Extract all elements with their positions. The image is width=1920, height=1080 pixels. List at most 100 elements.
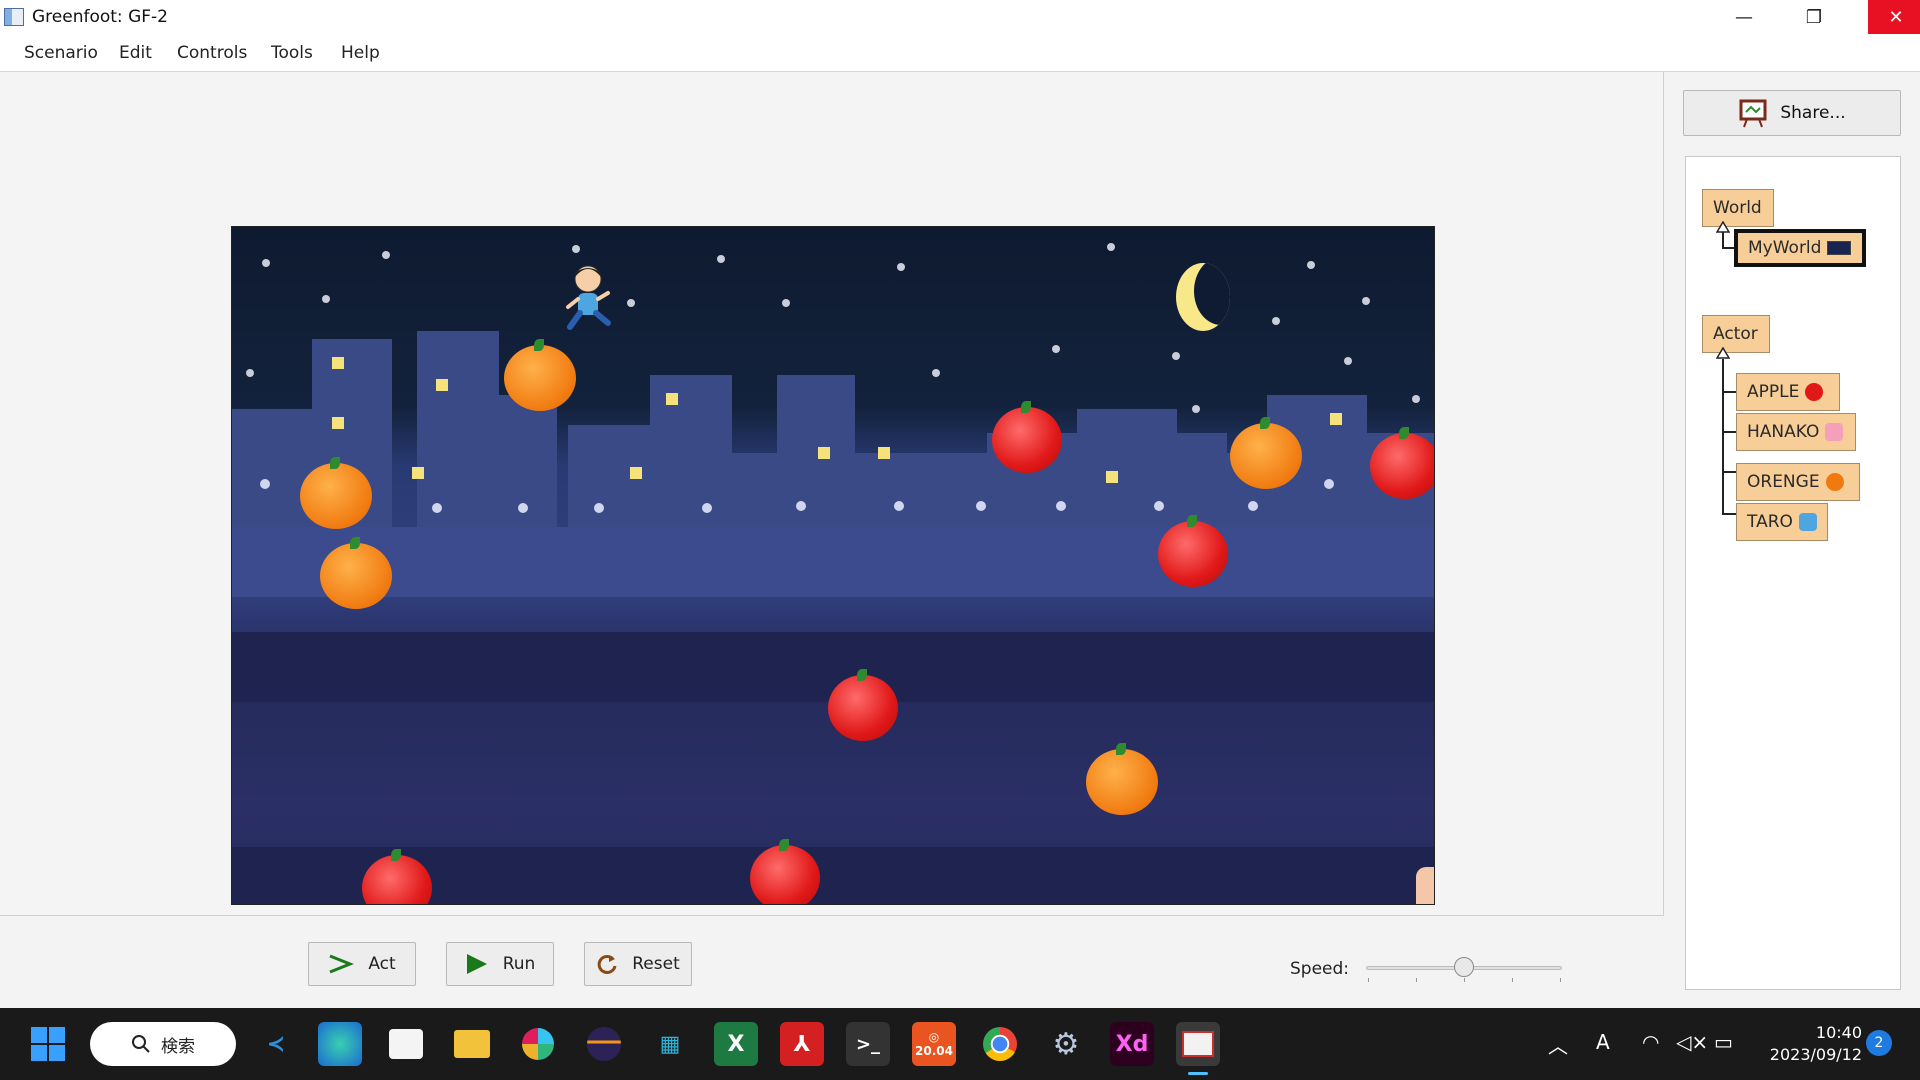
windows-start-icon[interactable] bbox=[26, 1022, 70, 1066]
eclipse-icon[interactable] bbox=[582, 1022, 626, 1066]
xd-label: Xd bbox=[1115, 1031, 1149, 1057]
girl-icon bbox=[1825, 423, 1844, 441]
restore-button[interactable]: ❐ bbox=[1786, 0, 1842, 34]
orenge-actor[interactable] bbox=[320, 537, 392, 609]
class-diagram: World MyWorld Actor APPLE HANAKO ORENGE … bbox=[1685, 156, 1901, 990]
window-light bbox=[666, 393, 678, 405]
speed-slider-thumb[interactable] bbox=[1454, 957, 1474, 977]
ubuntu-icon[interactable]: ◎ 20.04 bbox=[912, 1022, 956, 1066]
hanako-actor[interactable] bbox=[1416, 867, 1434, 904]
class-world[interactable]: World bbox=[1702, 189, 1774, 227]
close-button[interactable]: ✕ bbox=[1868, 0, 1920, 34]
orenge-actor[interactable] bbox=[504, 339, 576, 411]
menu-scenario[interactable]: Scenario bbox=[24, 43, 98, 63]
adobe-xd-icon[interactable]: Xd bbox=[1110, 1022, 1154, 1066]
chevron-up-icon[interactable]: ︿ bbox=[1548, 1030, 1568, 1059]
slack-icon[interactable] bbox=[516, 1022, 560, 1066]
world-canvas[interactable] bbox=[231, 226, 1435, 905]
inheritance-arrow-icon bbox=[1716, 347, 1730, 359]
orenge-actor[interactable] bbox=[1230, 417, 1302, 489]
active-indicator bbox=[1188, 1072, 1208, 1075]
window-light bbox=[412, 467, 424, 479]
apple-actor[interactable] bbox=[1158, 515, 1228, 587]
file-explorer-icon[interactable] bbox=[450, 1022, 494, 1066]
play-icon bbox=[466, 954, 487, 974]
star bbox=[932, 369, 940, 377]
share-button[interactable]: Share... bbox=[1683, 90, 1901, 136]
orange-icon bbox=[1825, 473, 1844, 491]
act-button[interactable]: Act bbox=[308, 942, 416, 986]
chrome-icon[interactable] bbox=[978, 1022, 1022, 1066]
greenfoot-taskbar-icon[interactable] bbox=[1176, 1022, 1220, 1066]
azure-storage-icon[interactable]: ▦ bbox=[648, 1022, 692, 1066]
battery-icon[interactable]: ▭ bbox=[1714, 1030, 1733, 1054]
class-sidebar: Share... World MyWorld Actor APPLE HANAK… bbox=[1665, 72, 1920, 1008]
reset-button[interactable]: Reset bbox=[584, 942, 692, 986]
apple-actor[interactable] bbox=[992, 401, 1062, 473]
star bbox=[1192, 405, 1200, 413]
class-actor[interactable]: Actor bbox=[1702, 315, 1770, 353]
world-area bbox=[0, 72, 1664, 916]
window-light bbox=[436, 379, 448, 391]
taskbar-search[interactable]: 検索 bbox=[90, 1022, 236, 1066]
apple-actor[interactable] bbox=[1370, 427, 1434, 499]
menu-controls[interactable]: Controls bbox=[177, 43, 247, 63]
excel-icon[interactable]: X bbox=[714, 1022, 758, 1066]
minimize-button[interactable]: — bbox=[1716, 0, 1772, 34]
greenfoot-app-icon bbox=[4, 8, 24, 26]
street-light bbox=[702, 503, 712, 513]
class-world-label: World bbox=[1713, 198, 1762, 218]
menu-edit[interactable]: Edit bbox=[119, 43, 152, 63]
class-apple[interactable]: APPLE bbox=[1736, 373, 1840, 411]
window-light bbox=[332, 417, 344, 429]
class-taro[interactable]: TARO bbox=[1736, 503, 1828, 541]
building bbox=[777, 375, 855, 539]
star bbox=[1412, 395, 1420, 403]
class-hanako[interactable]: HANAKO bbox=[1736, 413, 1856, 451]
star bbox=[262, 259, 270, 267]
world-thumbnail-icon bbox=[1827, 241, 1852, 255]
menu-tools[interactable]: Tools bbox=[271, 43, 313, 63]
menu-help[interactable]: Help bbox=[341, 43, 380, 63]
inheritance-line bbox=[1722, 431, 1736, 433]
star bbox=[246, 369, 254, 377]
search-label: 検索 bbox=[161, 1036, 195, 1057]
apple-actor[interactable] bbox=[828, 669, 898, 741]
edge-icon[interactable] bbox=[318, 1022, 362, 1066]
inheritance-line bbox=[1722, 391, 1736, 393]
refresh-icon bbox=[597, 954, 617, 974]
apple-actor[interactable] bbox=[750, 839, 820, 904]
class-orenge-label: ORENGE bbox=[1747, 472, 1820, 492]
terminal-icon[interactable]: >_ bbox=[846, 1022, 890, 1066]
orenge-actor[interactable] bbox=[300, 457, 372, 529]
star bbox=[1362, 297, 1370, 305]
run-button[interactable]: Run bbox=[446, 942, 554, 986]
vscode-icon[interactable]: ≺ bbox=[254, 1022, 298, 1066]
notification-badge[interactable]: 2 bbox=[1866, 1030, 1892, 1056]
orenge-actor[interactable] bbox=[1086, 743, 1158, 815]
wifi-icon[interactable]: ◠ bbox=[1642, 1030, 1659, 1054]
class-actor-label: Actor bbox=[1713, 324, 1758, 344]
taro-actor[interactable] bbox=[566, 263, 612, 341]
ime-indicator-icon[interactable]: A bbox=[1596, 1030, 1610, 1054]
acrobat-icon[interactable]: ⅄ bbox=[780, 1022, 824, 1066]
street-light bbox=[894, 501, 904, 511]
store-icon[interactable] bbox=[384, 1022, 428, 1066]
easel-icon bbox=[1739, 99, 1767, 128]
class-myworld[interactable]: MyWorld bbox=[1734, 229, 1866, 267]
reset-label: Reset bbox=[632, 954, 680, 974]
volume-muted-icon[interactable]: ◁× bbox=[1676, 1030, 1708, 1054]
slider-tick bbox=[1560, 978, 1561, 982]
star bbox=[717, 255, 725, 263]
settings-gear-icon[interactable]: ⚙ bbox=[1044, 1022, 1088, 1066]
inheritance-line bbox=[1722, 513, 1736, 515]
window-title: Greenfoot: GF-2 bbox=[32, 7, 168, 27]
clock[interactable]: 10:40 2023/09/12 bbox=[1762, 1022, 1862, 1066]
window-light bbox=[332, 357, 344, 369]
window-light bbox=[630, 467, 642, 479]
inheritance-arrow-icon bbox=[1716, 221, 1730, 233]
street-light bbox=[260, 479, 270, 489]
street-light bbox=[796, 501, 806, 511]
street-light bbox=[518, 503, 528, 513]
class-orenge[interactable]: ORENGE bbox=[1736, 463, 1860, 501]
